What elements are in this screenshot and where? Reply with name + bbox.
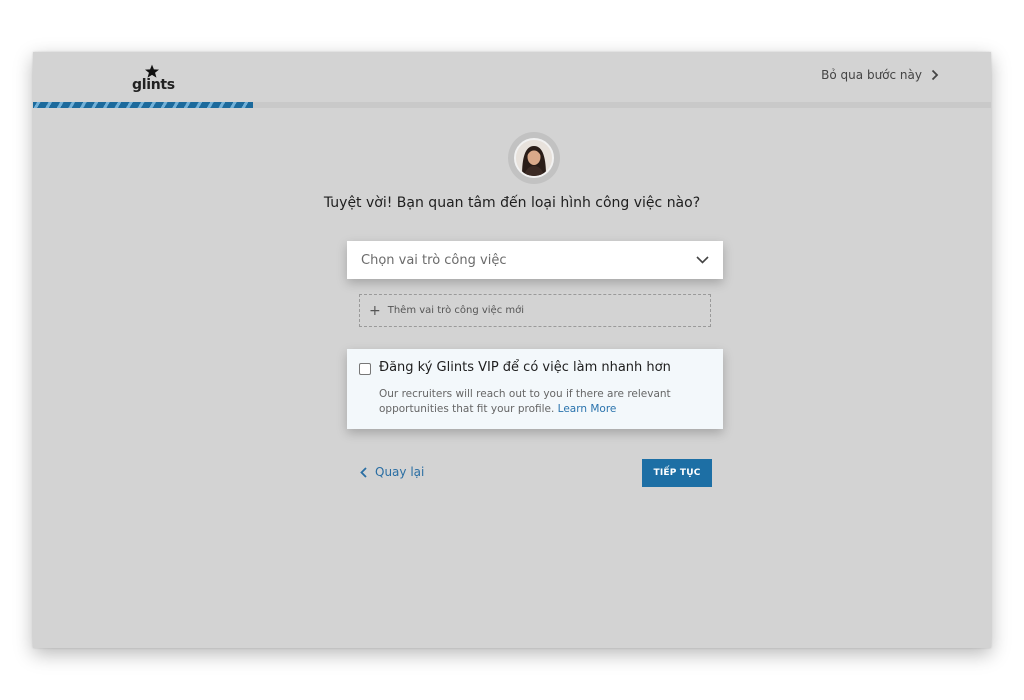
back-button[interactable]: Quay lại <box>360 465 424 479</box>
onboarding-window: glints Bỏ qua bước này Tuyệt vời! Bạn qu… <box>33 52 991 648</box>
back-label: Quay lại <box>375 465 425 479</box>
add-job-role-label: Thêm vai trò công việc mới <box>387 305 525 316</box>
glints-logo[interactable]: glints <box>132 64 175 93</box>
profile-photo <box>516 140 552 176</box>
vip-checkbox[interactable] <box>359 363 371 375</box>
glints-vip-card: Đăng ký Glints VIP để có việc làm nhanh … <box>347 349 723 429</box>
progress-bar <box>33 102 991 108</box>
star-icon <box>145 64 159 78</box>
job-role-select-placeholder: Chọn vai trò công việc <box>361 252 507 268</box>
skip-step-link[interactable]: Bỏ qua bước này <box>821 68 939 82</box>
logo-text: glints <box>132 77 175 93</box>
vip-description-text: Our recruiters will reach out to you if … <box>379 388 671 415</box>
chevron-left-icon <box>360 466 367 478</box>
chevron-right-icon <box>931 69 939 81</box>
top-bar: glints Bỏ qua bước này <box>33 52 991 103</box>
vip-description: Our recruiters will reach out to you if … <box>379 387 709 417</box>
add-job-role-button[interactable]: + Thêm vai trò công việc mới <box>359 294 711 327</box>
job-type-question: Tuyệt vời! Bạn quan tâm đến loại hình cô… <box>323 195 701 211</box>
vip-title: Đăng ký Glints VIP để có việc làm nhanh … <box>379 360 671 375</box>
avatar <box>514 138 554 178</box>
job-role-select[interactable]: Chọn vai trò công việc <box>347 241 723 279</box>
learn-more-link[interactable]: Learn More <box>558 403 617 415</box>
plus-icon: + <box>369 302 381 319</box>
chevron-down-icon <box>696 256 709 264</box>
continue-button[interactable]: TIẾP TỤC <box>642 459 712 487</box>
progress-fill <box>33 102 254 108</box>
skip-step-label: Bỏ qua bước này <box>821 68 922 82</box>
avatar-ring <box>508 132 560 184</box>
